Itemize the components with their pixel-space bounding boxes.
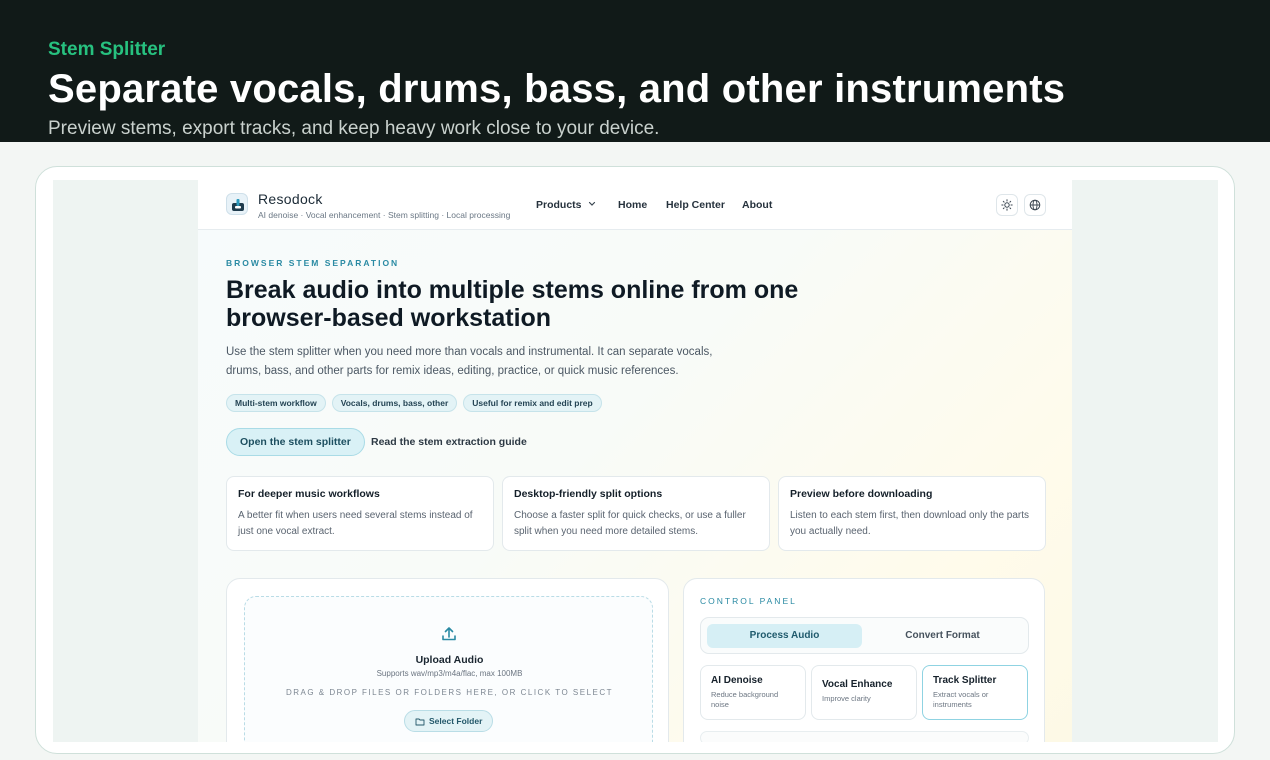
tool-ai-denoise[interactable]: AI Denoise Reduce background noise — [700, 665, 806, 720]
settings-strip — [700, 731, 1029, 742]
upload-formats: Supports wav/mp3/m4a/flac, max 100MB — [376, 669, 523, 678]
tab-process-audio[interactable]: Process Audio — [707, 624, 862, 648]
top-nav: Resodock AI denoise · Vocal enhancement … — [198, 180, 1072, 230]
brand-logo[interactable] — [226, 193, 248, 215]
control-panel-tabs: Process Audio Convert Format — [700, 617, 1029, 654]
banner-eyebrow: Stem Splitter — [48, 39, 166, 60]
feature-card-workflows: For deeper music workflows A better fit … — [226, 476, 494, 551]
feature-desc: Choose a faster split for quick checks, … — [514, 510, 746, 537]
feature-card-preview: Preview before downloading Listen to eac… — [778, 476, 1046, 551]
upload-icon — [442, 627, 456, 641]
brand-name[interactable]: Resodock — [258, 191, 323, 207]
chip-remix-prep: Useful for remix and edit prep — [463, 394, 602, 412]
chevron-down-icon — [589, 201, 596, 206]
hero-title: Break audio into multiple stems online f… — [226, 276, 799, 332]
folder-icon — [415, 718, 425, 726]
chip-stem-types: Vocals, drums, bass, other — [331, 394, 458, 412]
select-folder-button[interactable]: Select Folder — [404, 710, 494, 732]
feature-desc: Listen to each stem first, then download… — [790, 510, 1030, 537]
tool-title: Vocal Enhance — [822, 679, 893, 690]
upload-drop-hint: DRAG & DROP FILES OR FOLDERS HERE, OR CL… — [285, 688, 614, 697]
feature-card-split-options: Desktop-friendly split options Choose a … — [502, 476, 770, 551]
control-panel-label: CONTROL PANEL — [700, 596, 797, 606]
nav-help-center[interactable]: Help Center — [666, 199, 725, 211]
chip-multi-stem: Multi-stem workflow — [226, 394, 326, 412]
nav-products-label: Products — [536, 199, 582, 211]
upload-panel: Upload Audio Supports wav/mp3/m4a/flac, … — [226, 578, 669, 742]
tool-track-splitter[interactable]: Track Splitter Extract vocals or instrum… — [922, 665, 1028, 720]
website: Resodock AI denoise · Vocal enhancement … — [198, 180, 1072, 742]
page-banner: Stem Splitter Separate vocals, drums, ba… — [0, 0, 1270, 142]
control-panel: CONTROL PANEL Process Audio Convert Form… — [683, 578, 1045, 742]
tool-title: Track Splitter — [933, 675, 997, 686]
banner-headline: Separate vocals, drums, bass, and other … — [48, 67, 1066, 111]
upload-dropzone[interactable]: Upload Audio Supports wav/mp3/m4a/flac, … — [244, 596, 653, 742]
feature-title: For deeper music workflows — [238, 488, 380, 500]
stem-guide-link[interactable]: Read the stem extraction guide — [371, 436, 527, 448]
hero-lead: Use the stem splitter when you need more… — [226, 346, 713, 377]
upload-title: Upload Audio — [415, 654, 484, 666]
language-button[interactable] — [1024, 194, 1046, 216]
feature-title: Preview before downloading — [790, 488, 933, 500]
tool-desc: Reduce background noise — [711, 690, 779, 709]
browser-canvas: Resodock AI denoise · Vocal enhancement … — [53, 180, 1218, 742]
feature-title: Desktop-friendly split options — [514, 488, 663, 500]
theme-toggle-button[interactable] — [996, 194, 1018, 216]
brand-tagline: AI denoise · Vocal enhancement · Stem sp… — [258, 210, 511, 220]
nav-products[interactable]: Products — [536, 199, 596, 211]
select-folder-label: Select Folder — [429, 716, 483, 726]
hero-chips: Multi-stem workflow Vocals, drums, bass,… — [226, 394, 602, 412]
sun-icon — [1001, 199, 1013, 211]
nav-home[interactable]: Home — [618, 199, 647, 211]
feature-desc: A better fit when users need several ste… — [238, 510, 473, 537]
screenshot-frame: Resodock AI denoise · Vocal enhancement … — [35, 166, 1235, 754]
tool-title: AI Denoise — [711, 675, 763, 686]
tool-desc: Improve clarity — [822, 694, 871, 703]
logo-icon — [232, 199, 244, 211]
tool-vocal-enhance[interactable]: Vocal Enhance Improve clarity — [811, 665, 917, 720]
tool-desc: Extract vocals or instruments — [933, 690, 989, 709]
tab-convert-format[interactable]: Convert Format — [865, 624, 1020, 648]
banner-subtitle: Preview stems, export tracks, and keep h… — [48, 118, 660, 139]
hero-kicker: BROWSER STEM SEPARATION — [226, 258, 400, 268]
globe-icon — [1029, 199, 1041, 211]
nav-about[interactable]: About — [742, 199, 772, 211]
open-stem-splitter-button[interactable]: Open the stem splitter — [226, 428, 365, 456]
